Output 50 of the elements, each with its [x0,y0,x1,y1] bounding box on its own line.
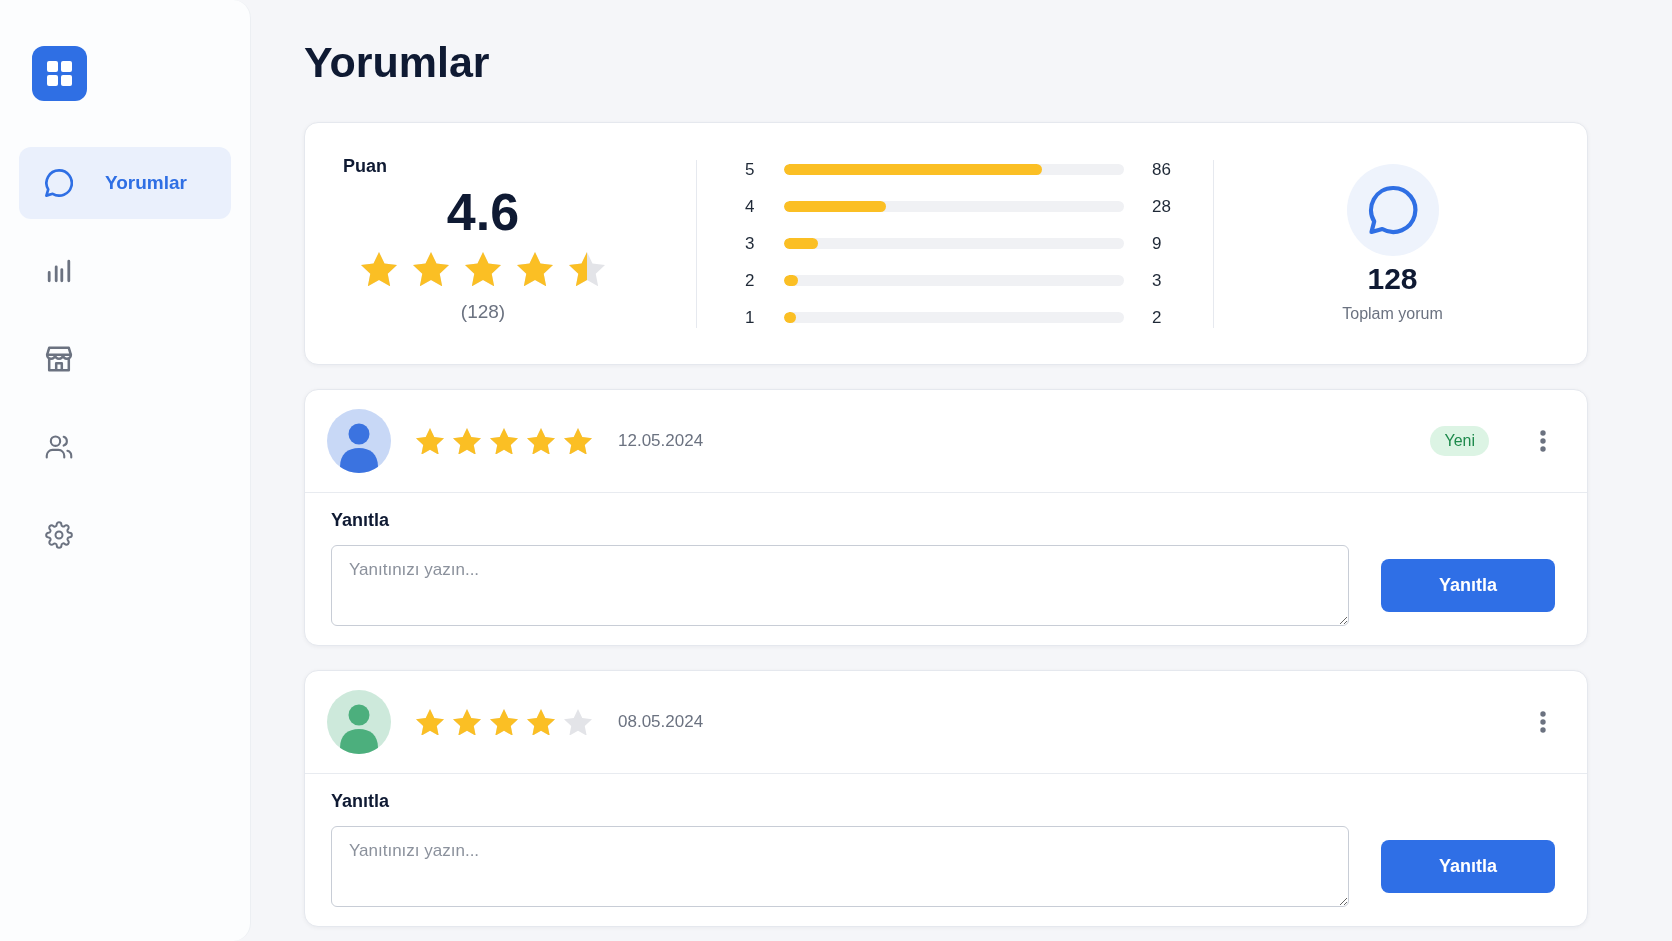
users-icon [45,433,73,461]
page-title: Yorumlar [304,37,491,88]
star-level-count: 3 [1152,270,1162,291]
more-icon [1540,711,1546,733]
star-icon [453,427,481,455]
nav-item[interactable]: Yorumlar [19,147,231,219]
reply-label: Yanıtla [331,790,390,812]
star-icon [564,427,592,455]
store-icon [45,345,73,373]
reply-button[interactable]: Yanıtla [1381,559,1555,612]
average-rating: 4.6 [446,184,520,240]
reply-button[interactable]: Yanıtla [1381,840,1555,893]
star-level-count: 2 [1152,307,1162,328]
bar-chart-icon [45,257,73,285]
rating-label: Puan [343,156,387,176]
comment-icon [1346,163,1439,256]
star-level-count: 9 [1152,233,1162,254]
status-badge: Yeni [1430,426,1489,456]
review-date: 12.05.2024 [618,431,704,451]
reply-input-field[interactable]: Yanıtınızı yazın... [331,826,1349,907]
reply-label: Yanıtla [331,509,390,531]
star-level-label: 3 [745,233,756,254]
star-icon [564,708,592,736]
chat-bubble-icon [45,169,73,197]
more-icon [1540,430,1546,452]
star-icon [465,252,501,287]
star-level-label: 2 [745,270,756,291]
star-icon [361,252,397,287]
star-icon [490,427,518,455]
star-icon [416,427,444,455]
star-icon [517,252,553,287]
star-level-count: 86 [1152,159,1171,180]
total-reviews: 128 [1367,262,1418,295]
review-date: 08.05.2024 [618,712,704,732]
total-reviews-label: Toplam yorum [1342,303,1443,324]
star-icon [527,427,555,455]
star-icon [453,708,481,736]
star-level-label: 1 [745,307,756,328]
star-icon [527,708,555,736]
app-logo-icon [32,46,87,101]
star-level-label: 5 [745,159,756,180]
reply-input-field[interactable]: Yanıtınızı yazın... [331,545,1349,626]
star-level-label: 4 [745,196,756,217]
star-level-count: 28 [1152,196,1171,217]
star-icon [416,708,444,736]
star-icon [569,252,605,287]
rating-count: (128) [460,300,506,325]
star-icon [490,708,518,736]
star-icon [413,252,449,287]
settings-icon [45,521,73,549]
